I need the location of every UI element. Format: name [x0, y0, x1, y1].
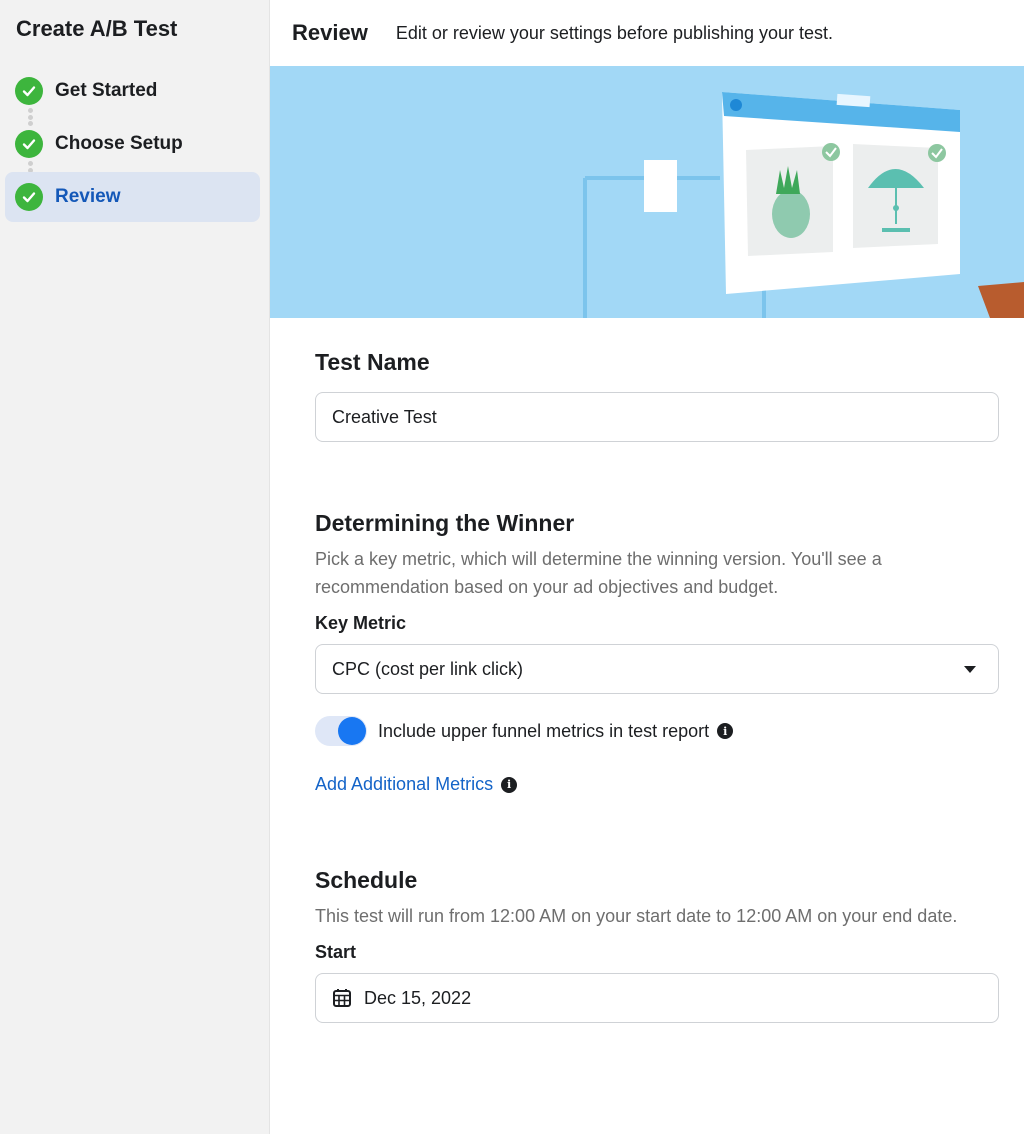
sidebar: Create A/B Test Get Started Choose Setup…: [0, 0, 270, 1134]
caret-down-icon: [964, 665, 976, 673]
key-metric-value: CPC (cost per link click): [332, 658, 524, 679]
key-metric-select[interactable]: CPC (cost per link click): [315, 644, 999, 694]
step-review[interactable]: Review: [5, 172, 260, 222]
step-label: Get Started: [55, 80, 158, 101]
upper-funnel-toggle[interactable]: [315, 716, 367, 746]
page-title: Review: [292, 20, 368, 45]
start-date-value: Dec 15, 2022: [364, 987, 472, 1008]
start-date-input[interactable]: Dec 15, 2022: [315, 973, 999, 1023]
schedule-title: Schedule: [315, 867, 418, 893]
review-form: Test Name Creative Test Determining the …: [315, 318, 1005, 1023]
page-header: Review Edit or review your settings befo…: [270, 0, 1024, 66]
add-metrics-row: Add Additional Metrics i: [315, 774, 1005, 795]
page-subtitle: Edit or review your settings before publ…: [395, 22, 834, 43]
test-name-title: Test Name: [315, 349, 430, 375]
add-additional-metrics-link[interactable]: Add Additional Metrics: [315, 774, 493, 795]
upper-funnel-toggle-row: Include upper funnel metrics in test rep…: [315, 716, 1005, 746]
check-circle-icon: [15, 77, 43, 105]
key-metric-label: Key Metric: [315, 613, 407, 633]
upper-funnel-label: Include upper funnel metrics in test rep…: [378, 720, 710, 741]
info-icon[interactable]: i: [501, 776, 518, 793]
toggle-knob: [338, 717, 366, 745]
schedule-description: This test will run from 12:00 AM on your…: [315, 906, 958, 926]
winner-title: Determining the Winner: [315, 510, 575, 536]
sidebar-title: Create A/B Test: [16, 16, 178, 41]
start-label: Start: [315, 942, 357, 962]
check-circle-icon: [15, 130, 43, 158]
ab-test-illustration: [270, 66, 1024, 318]
info-icon[interactable]: i: [717, 723, 734, 739]
test-name-input[interactable]: Creative Test: [315, 392, 999, 442]
check-circle-icon: [15, 183, 43, 211]
winner-description: Pick a key metric, which will determine …: [315, 549, 882, 597]
step-choose-setup[interactable]: Choose Setup: [5, 119, 260, 179]
step-list: Get Started Choose Setup Review: [5, 66, 260, 225]
step-label: Choose Setup: [55, 133, 183, 154]
calendar-icon: [332, 988, 352, 1008]
step-label: Review: [55, 186, 121, 207]
hero-illustration: [270, 66, 1024, 318]
step-get-started[interactable]: Get Started: [5, 66, 260, 126]
